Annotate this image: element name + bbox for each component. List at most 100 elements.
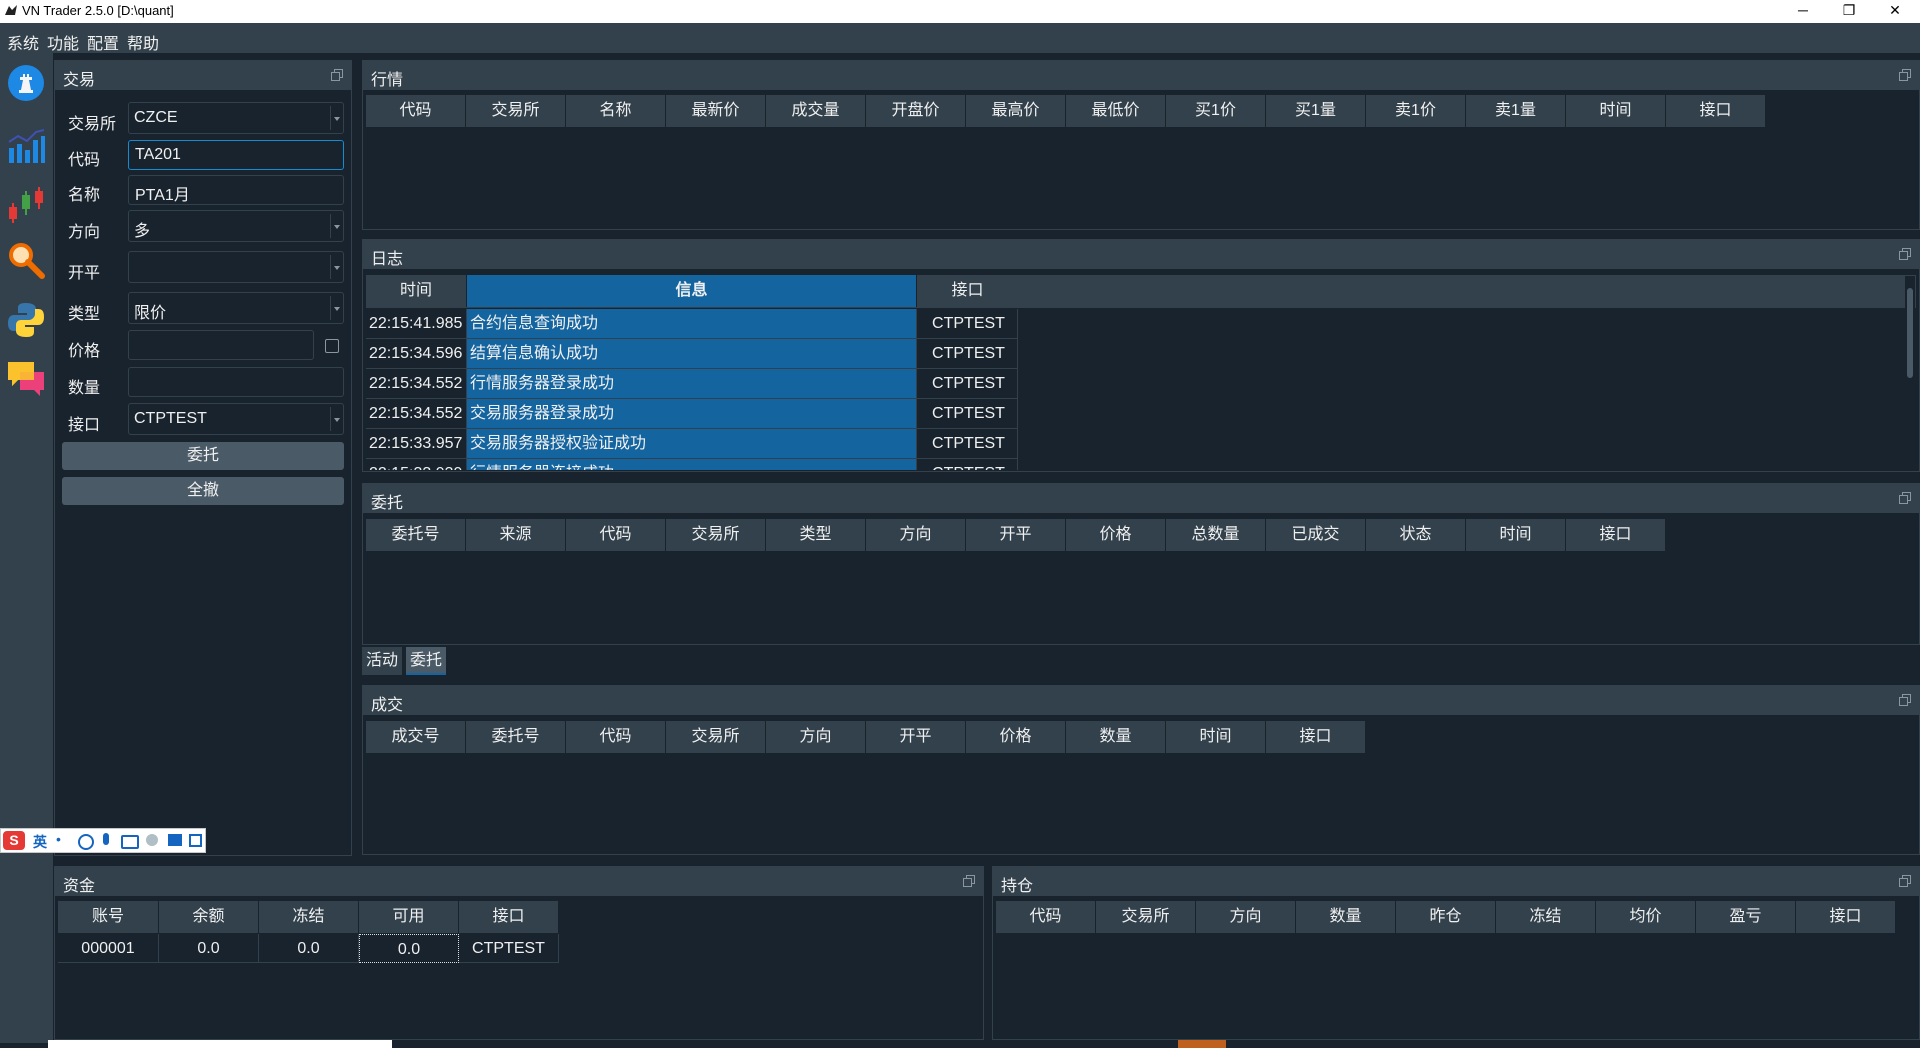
log-col-time[interactable]: 时间	[366, 275, 467, 307]
log-scrollbar-handle[interactable]	[1907, 288, 1913, 378]
market-col-0[interactable]: 代码	[366, 95, 466, 127]
menu-function[interactable]: 功能	[47, 30, 79, 54]
log-row[interactable]: 22:15:34.596 结算信息确认成功 CTPTEST	[366, 339, 1018, 369]
position-col-8[interactable]: 接口	[1796, 901, 1896, 933]
menu-config[interactable]: 配置	[87, 30, 119, 54]
ime-keyboard-icon[interactable]	[121, 835, 139, 849]
market-col-4[interactable]: 成交量	[766, 95, 866, 127]
market-col-11[interactable]: 卖1量	[1466, 95, 1566, 127]
position-col-6[interactable]: 均价	[1596, 901, 1696, 933]
log-row[interactable]: 22:15:34.552 交易服务器登录成功 CTPTEST	[366, 399, 1018, 429]
ime-mic-icon[interactable]	[103, 833, 109, 845]
position-col-0[interactable]: 代码	[996, 901, 1096, 933]
trades-col-9[interactable]: 接口	[1266, 721, 1366, 753]
ime-skin-icon[interactable]	[168, 834, 182, 846]
orders-col-11[interactable]: 时间	[1466, 519, 1566, 551]
minimize-button[interactable]: ─	[1780, 0, 1826, 23]
market-col-10[interactable]: 卖1价	[1366, 95, 1466, 127]
ime-emoji-icon[interactable]	[78, 834, 94, 850]
account-col-3[interactable]: 可用	[359, 901, 459, 933]
position-col-2[interactable]: 方向	[1196, 901, 1296, 933]
market-col-13[interactable]: 接口	[1666, 95, 1766, 127]
price-input[interactable]	[128, 330, 314, 360]
trades-col-0[interactable]: 成交号	[366, 721, 466, 753]
menu-system[interactable]: 系统	[7, 30, 39, 54]
float-icon[interactable]	[331, 69, 343, 81]
offset-select[interactable]	[128, 251, 344, 283]
ime-punct-icon[interactable]: •	[56, 831, 61, 847]
float-icon[interactable]	[1899, 694, 1911, 706]
log-row[interactable]: 22:15:33.939行情服务器连接成功CTPTEST	[366, 459, 1018, 470]
trading-icon[interactable]	[6, 63, 46, 103]
orders-col-4[interactable]: 类型	[766, 519, 866, 551]
orders-col-0[interactable]: 委托号	[366, 519, 466, 551]
float-icon[interactable]	[963, 875, 975, 887]
trades-col-3[interactable]: 交易所	[666, 721, 766, 753]
menu-help[interactable]: 帮助	[127, 30, 159, 54]
exchange-select[interactable]: CZCE	[128, 102, 344, 134]
chart-icon[interactable]	[6, 126, 46, 166]
log-scrollbar[interactable]	[1905, 276, 1915, 468]
account-row[interactable]: 000001 0.0 0.0 0.0 CTPTEST	[58, 934, 559, 963]
trades-col-6[interactable]: 价格	[966, 721, 1066, 753]
tab-active[interactable]: 活动	[362, 647, 403, 675]
position-col-1[interactable]: 交易所	[1096, 901, 1196, 933]
orders-col-5[interactable]: 方向	[866, 519, 966, 551]
send-order-button[interactable]: 委托	[62, 442, 344, 470]
position-col-4[interactable]: 昨仓	[1396, 901, 1496, 933]
orders-col-6[interactable]: 开平	[966, 519, 1066, 551]
trades-col-7[interactable]: 数量	[1066, 721, 1166, 753]
float-icon[interactable]	[1899, 875, 1911, 887]
ime-grid-icon[interactable]	[189, 834, 202, 847]
trades-col-1[interactable]: 委托号	[466, 721, 566, 753]
ime-logo-icon[interactable]: S	[3, 831, 25, 850]
orders-col-10[interactable]: 状态	[1366, 519, 1466, 551]
orders-col-8[interactable]: 总数量	[1166, 519, 1266, 551]
restore-button[interactable]: ❐	[1826, 0, 1872, 23]
orders-col-9[interactable]: 已成交	[1266, 519, 1366, 551]
symbol-input[interactable]: TA201	[128, 140, 344, 170]
log-row[interactable]: 22:15:41.985 合约信息查询成功 CTPTEST	[366, 309, 1018, 339]
orders-col-12[interactable]: 接口	[1566, 519, 1666, 551]
trades-col-4[interactable]: 方向	[766, 721, 866, 753]
log-col-gateway[interactable]: 接口	[917, 275, 1018, 307]
float-icon[interactable]	[1899, 69, 1911, 81]
account-col-2[interactable]: 冻结	[259, 901, 359, 933]
log-row[interactable]: 22:15:33.957 交易服务器授权验证成功 CTPTEST	[366, 429, 1018, 459]
python-icon[interactable]	[6, 300, 46, 340]
position-col-3[interactable]: 数量	[1296, 901, 1396, 933]
orders-col-1[interactable]: 来源	[466, 519, 566, 551]
search-icon[interactable]	[6, 240, 46, 280]
trades-col-2[interactable]: 代码	[566, 721, 666, 753]
chat-icon[interactable]	[6, 358, 46, 398]
cancel-all-button[interactable]: 全撤	[62, 477, 344, 505]
orders-col-2[interactable]: 代码	[566, 519, 666, 551]
trades-col-8[interactable]: 时间	[1166, 721, 1266, 753]
ime-lang-toggle[interactable]: 英	[33, 832, 47, 852]
type-select[interactable]: 限价	[128, 292, 344, 324]
trades-col-5[interactable]: 开平	[866, 721, 966, 753]
market-col-2[interactable]: 名称	[566, 95, 666, 127]
gateway-select[interactable]: CTPTEST	[128, 403, 344, 435]
close-button[interactable]: ✕	[1872, 0, 1918, 23]
float-icon[interactable]	[1899, 492, 1911, 504]
account-col-0[interactable]: 账号	[58, 901, 159, 933]
position-col-5[interactable]: 冻结	[1496, 901, 1596, 933]
market-col-1[interactable]: 交易所	[466, 95, 566, 127]
market-col-6[interactable]: 最高价	[966, 95, 1066, 127]
market-col-5[interactable]: 开盘价	[866, 95, 966, 127]
float-icon[interactable]	[1899, 248, 1911, 260]
position-col-7[interactable]: 盈亏	[1696, 901, 1796, 933]
log-row[interactable]: 22:15:34.552 行情服务器登录成功 CTPTEST	[366, 369, 1018, 399]
orders-col-3[interactable]: 交易所	[666, 519, 766, 551]
volume-input[interactable]	[128, 367, 344, 397]
candle-icon[interactable]	[6, 185, 46, 225]
tab-orders[interactable]: 委托	[406, 647, 447, 675]
account-col-4[interactable]: 接口	[459, 901, 559, 933]
market-col-9[interactable]: 买1量	[1266, 95, 1366, 127]
orders-col-7[interactable]: 价格	[1066, 519, 1166, 551]
log-col-msg[interactable]: 信息	[467, 275, 917, 307]
ime-user-icon[interactable]	[146, 834, 158, 846]
direction-select[interactable]: 多	[128, 210, 344, 242]
market-col-7[interactable]: 最低价	[1066, 95, 1166, 127]
